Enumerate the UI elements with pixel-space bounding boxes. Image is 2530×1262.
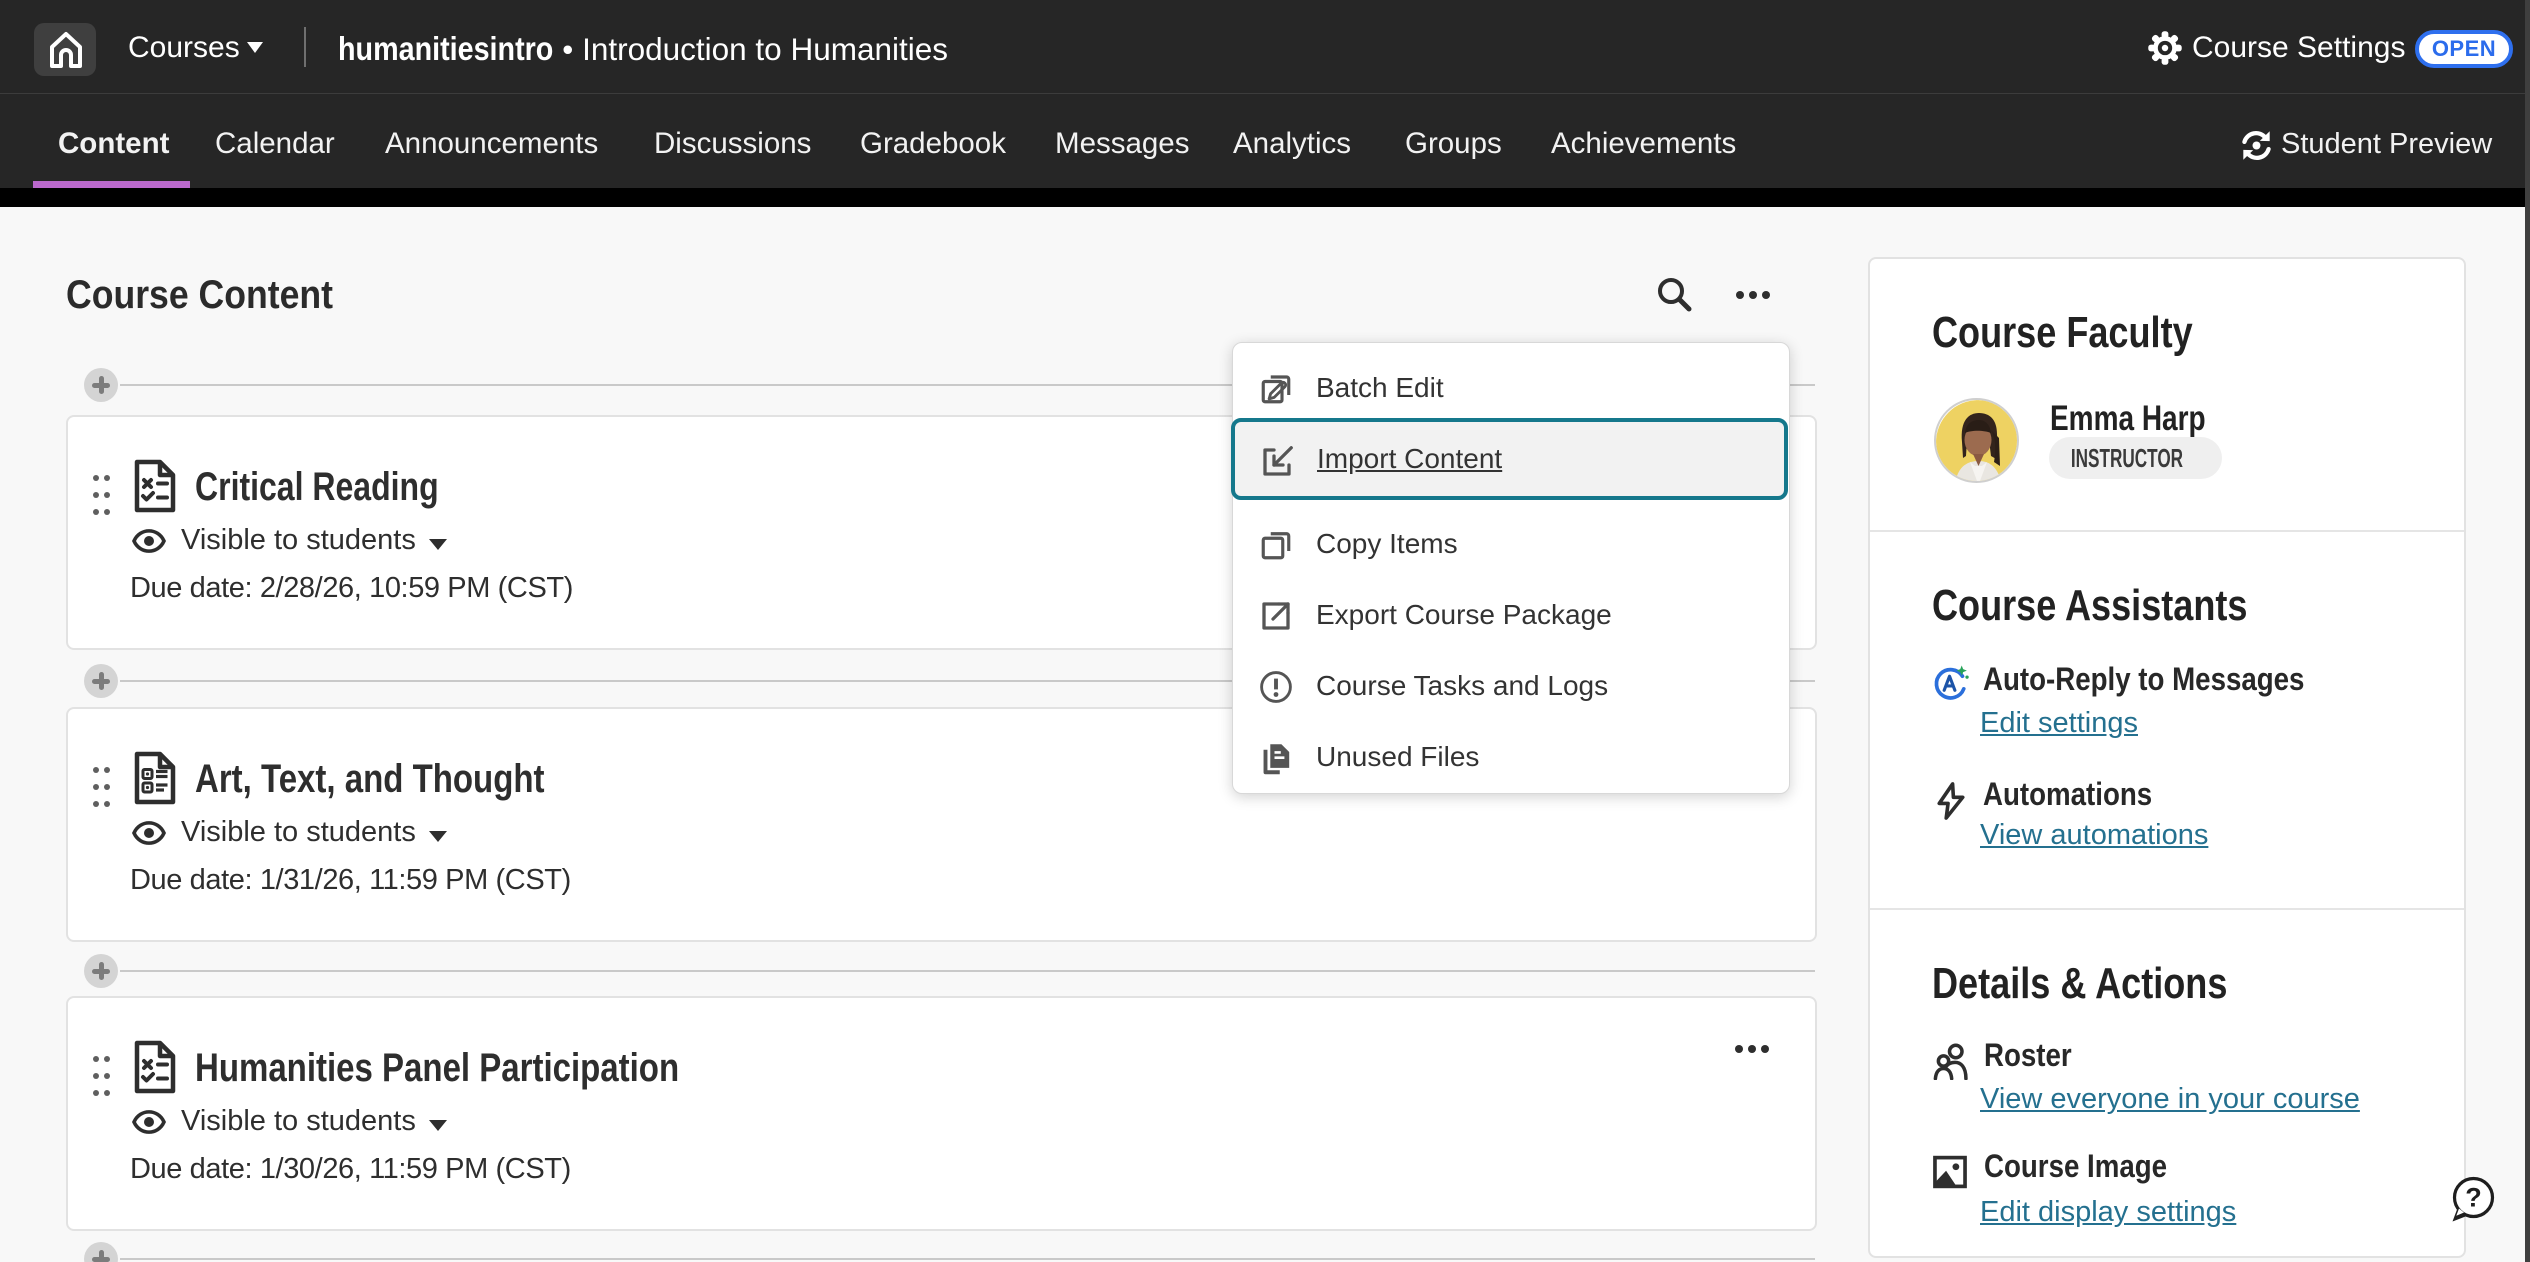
svg-text:?: ?	[2465, 1183, 2482, 1213]
